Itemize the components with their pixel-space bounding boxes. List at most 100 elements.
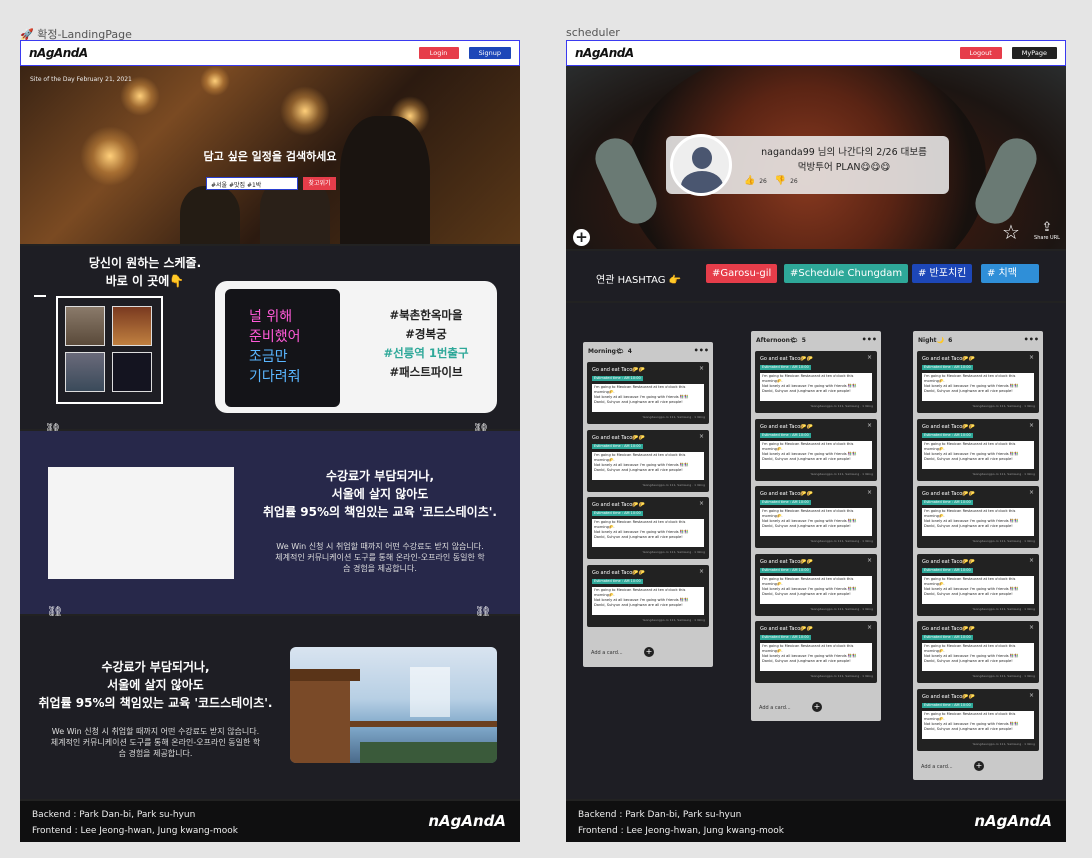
more-icon[interactable]: ••• [862,335,877,344]
close-icon[interactable]: × [699,500,704,507]
section-body-line: We Win 신청 시 취업할 때까지 어떤 수강료도 받지 않습니다. [51,727,260,736]
schedule-card[interactable]: Go and eat Taco🌮🌮 × Estimated time : AM 10… [587,429,709,492]
schedule-card[interactable]: Go and eat Taco🌮🌮 × Estimated time : AM 10… [917,553,1039,616]
card-footer: Yeongdeungpo-ro 111, Samsung · 1 liking [972,606,1035,611]
hashtag-chip[interactable]: # 반포치킨 [912,264,973,283]
thumbs-down-icon[interactable]: 👎 [775,176,786,186]
neon-line: 기다려줘 [249,369,301,385]
close-icon[interactable]: × [867,557,872,564]
footer-logo[interactable]: nAgAndA [428,813,506,829]
hashtag-item[interactable]: #패스트파이브 [356,363,496,382]
close-icon[interactable]: × [867,624,872,631]
search-input[interactable]: #서울 #맛집 #1박 [206,177,298,190]
card-body: I'm going to Mexican Restaurant at ten o… [760,440,872,469]
scheduler-frame: nAgAndA Logout MyPage naganda99 님의 나간다의 … [566,40,1066,842]
close-icon[interactable]: × [699,433,704,440]
schedule-card[interactable]: Go and eat Taco🌮🌮 × Estimated time : AM 10… [755,418,877,481]
avatar-head [692,147,712,169]
hashtag-chip[interactable]: #Garosu-gil [706,264,778,283]
card-body-line: Danbi, Suhyun and Junghwan are all nice … [924,591,1013,596]
add-icon[interactable]: + [644,647,654,657]
avatar-body [681,171,723,193]
logo[interactable]: nAgAndA [29,46,88,60]
card-footer: Yeongdeungpo-ro 111, Samsung · 1 liking [810,404,873,408]
time-badge: Estimated time : AM 10:00 [592,443,643,449]
card-body: I'm going to Mexican Restaurant at ten o… [592,586,704,615]
card-body: I'm going to Mexican Restaurant at ten o… [922,643,1034,671]
card-body-line: Danbi, Suhyun and Junghwan are all nice … [924,659,1013,663]
like-count: 26 [759,177,767,185]
photo-thumb [112,306,152,346]
close-icon[interactable]: × [867,489,872,496]
codestates-section: 수강료가 부담되거나, 서울에 살지 않아도 취업률 95%의 책임있는 교육 … [20,431,520,622]
schedule-card[interactable]: Go and eat Taco🌮🌮 × Estimated time : AM 10… [917,621,1039,683]
hashtag-chip[interactable]: #Schedule Chungdam [784,264,909,283]
column-count: 5 [801,337,806,344]
pixel-roof [290,669,360,681]
schedule-card[interactable]: Go and eat Taco🌮🌮 × Estimated time : AM 10… [755,621,877,683]
close-icon[interactable]: × [1029,692,1034,699]
schedule-card[interactable]: Go and eat Taco🌮🌮 × Estimated time : AM 10… [755,486,877,548]
add-card-link[interactable]: Add a card... [759,705,791,711]
column-morning: Morning🌤 4 ••• Go and eat Taco🌮🌮 × Estimat… [583,342,713,667]
login-button[interactable]: Login [418,47,459,59]
hashtag-item[interactable]: #선릉역 1번출구 [356,344,496,363]
schedule-card[interactable]: Go and eat Taco🌮🌮 × Estimated time : AM 10… [755,553,877,616]
schedule-card[interactable]: Go and eat Taco🌮🌮 × Estimated time : AM 10… [587,564,709,627]
close-icon[interactable]: × [867,422,872,429]
schedule-card[interactable]: Go and eat Taco🌮🌮 × Estimated time : AM 10… [917,418,1039,481]
star-icon[interactable]: ☆ [1002,220,1020,244]
add-icon[interactable]: + [573,229,590,246]
card-footer: Yeongdeungpo-ro 111, Samsung · 1 liking [972,471,1035,476]
add-icon[interactable]: + [974,761,984,771]
dislike-count: 26 [790,177,798,185]
more-icon[interactable]: ••• [694,346,709,355]
card-title: Go and eat Taco🌮🌮 [592,367,645,373]
schedule-card[interactable]: Go and eat Taco🌮🌮 × Estimated time : AM 10… [755,351,877,413]
section-body-line: 체계적인 커뮤니케이션 도구를 통해 온라인-오프라인 동일한 학 [50,738,261,747]
column-night: Night🌙 6 ••• Go and eat Taco🌮🌮 × Estimated… [913,331,1043,780]
column-header: Morning🌤 4 [588,348,632,355]
close-icon[interactable]: × [1029,557,1034,564]
mypage-button[interactable]: MyPage [1011,47,1057,59]
hashtag-label: 연관 HASHTAG 👉 [596,275,682,286]
card-footer: Yeongdeungpo-ro 111, Samsung · 1 liking [810,471,873,476]
column-title: Afternoon🌤 [756,337,798,344]
schedule-card[interactable]: Go and eat Taco🌮🌮 × Estimated time : AM 10… [917,688,1039,751]
column-afternoon: Afternoon🌤 5 ••• Go and eat Taco🌮🌮 × Estim… [751,331,881,721]
add-icon[interactable]: + [812,702,822,712]
footer: Backend : Park Dan-bi, Park su-hyun Fron… [20,801,520,842]
logout-button[interactable]: Logout [959,47,1002,59]
share-url-button[interactable]: ⇪ Share URL [1032,220,1062,241]
lamp-glow [200,66,230,96]
close-icon[interactable]: × [867,354,872,361]
hashtag-item[interactable]: #북촌한옥마을 [356,306,496,325]
add-card-link[interactable]: Add a card... [591,650,623,656]
close-icon[interactable]: × [1029,489,1034,496]
schedule-card[interactable]: Go and eat Taco🌮🌮 × Estimated time : AM 10… [917,486,1039,548]
signup-button[interactable]: Signup [468,47,511,59]
logo[interactable]: nAgAndA [575,46,634,60]
hashtag-chip[interactable]: # 치맥 [981,264,1039,283]
close-icon[interactable]: × [699,365,704,372]
close-icon[interactable]: × [1029,354,1034,361]
card-footer: Yeongdeungpo-ro 111, Samsung · 1 liking [810,674,873,678]
close-icon[interactable]: × [699,568,704,575]
search-button[interactable]: 찾고위기 [303,177,336,190]
close-icon[interactable]: × [1029,422,1034,429]
card-body-line: Danbi, Suhyun and Junghwan are all nice … [924,524,1013,528]
footer: Backend : Park Dan-bi, Park su-hyun Fron… [566,801,1066,842]
close-icon[interactable]: × [1029,624,1034,631]
schedule-section: 당신이 원하는 스케줄. 바로 이 곳에👇 널 위해 준비했어 조금만 기다려줘… [20,246,520,439]
schedule-card[interactable]: Go and eat Taco🌮🌮 × Estimated time : AM 10… [587,362,709,424]
photo-thumb-neon [112,352,152,392]
schedule-card[interactable]: Go and eat Taco🌮🌮 × Estimated time : AM 10… [917,351,1039,413]
more-icon[interactable]: ••• [1024,335,1039,344]
thumbs-up-icon[interactable]: 👍 [744,176,755,186]
schedule-card[interactable]: Go and eat Taco🌮🌮 × Estimated time : AM 10… [587,497,709,559]
neon-sign: 널 위해 준비했어 조금만 기다려줘 [225,289,340,407]
footer-logo[interactable]: nAgAndA [974,813,1052,829]
hashtag-item[interactable]: #경복궁 [356,325,496,344]
card-title: Go and eat Taco🌮🌮 [760,423,813,430]
add-card-link[interactable]: Add a card... [921,764,953,770]
